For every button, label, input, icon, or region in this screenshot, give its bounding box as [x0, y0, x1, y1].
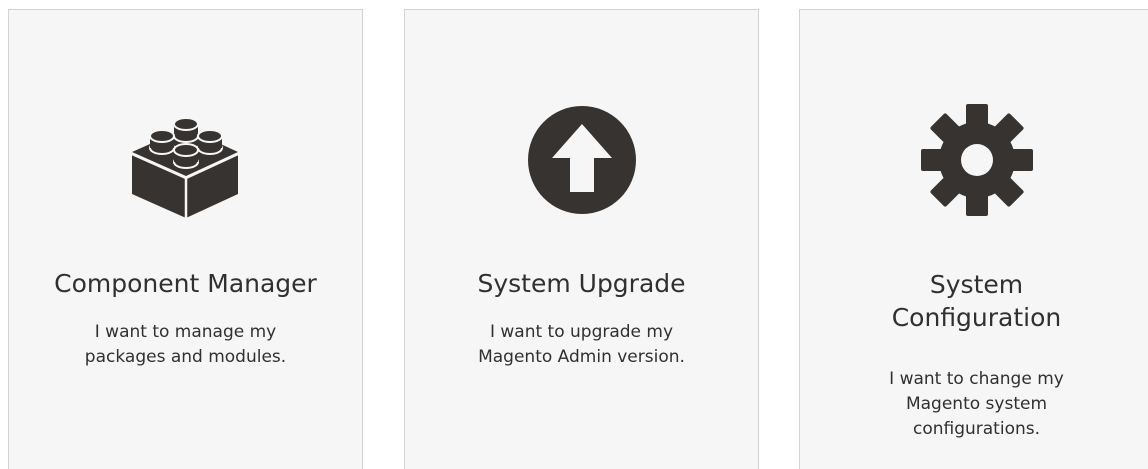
system-upgrade-tile[interactable]: System Upgrade I want to upgrade my Mage… — [404, 9, 759, 469]
tile-description: I want to upgrade my Magento Admin versi… — [478, 322, 685, 367]
upgrade-arrow-icon — [522, 100, 642, 220]
setup-tiles: Component Manager I want to manage my pa… — [0, 0, 1148, 469]
tile-title: Component Manager — [54, 269, 317, 298]
component-manager-tile[interactable]: Component Manager I want to manage my pa… — [8, 9, 363, 469]
tile-description: I want to change my Magento system confi… — [889, 369, 1064, 439]
tile-description: I want to manage my packages and modules… — [84, 322, 287, 367]
tile-title: System Upgrade — [477, 269, 686, 298]
lego-brick-icon — [126, 100, 246, 220]
gear-icon — [917, 100, 1037, 220]
tile-title: System Configuration — [891, 270, 1062, 332]
system-configuration-tile[interactable]: System Configuration I want to change my… — [799, 9, 1148, 469]
